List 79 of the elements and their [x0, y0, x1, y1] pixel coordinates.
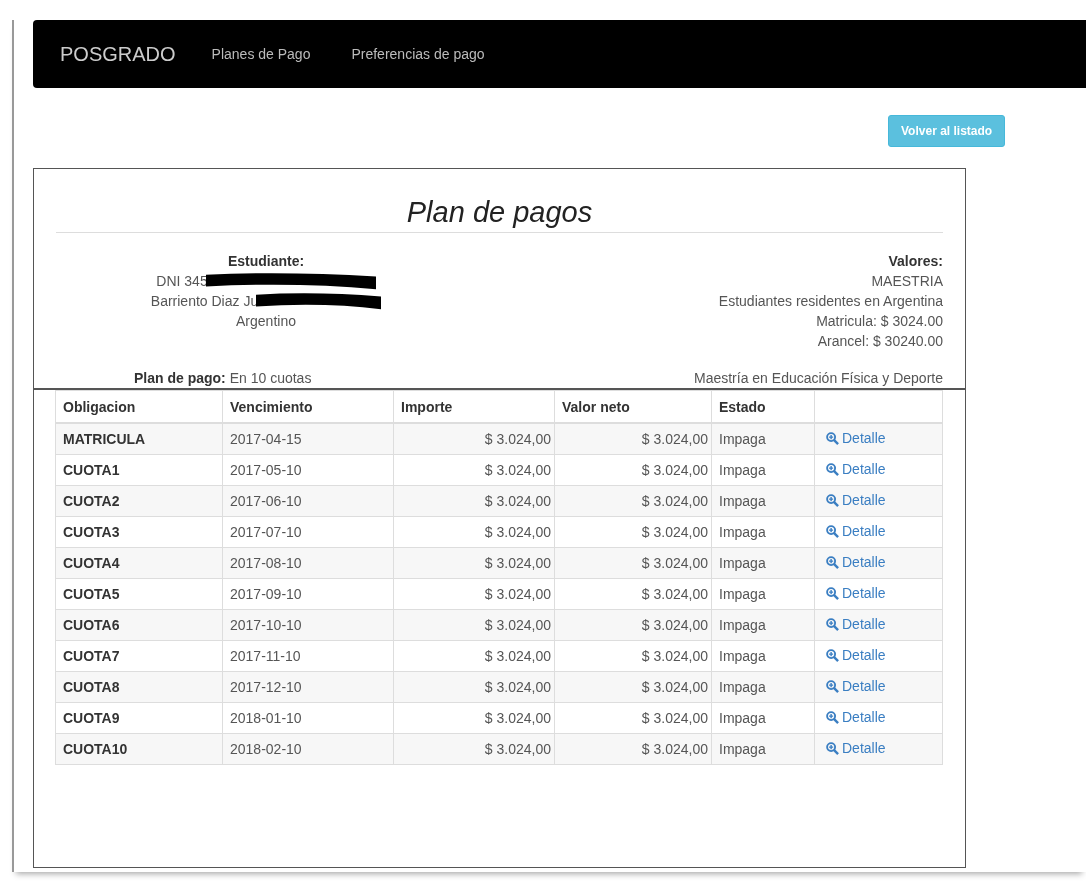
table-cell: CUOTA10 — [55, 733, 223, 765]
table-cell: 2017-11-10 — [222, 640, 394, 672]
table-cell: $ 3.024,00 — [554, 423, 712, 455]
table-cell: Impaga — [711, 578, 815, 610]
table-cell: $ 3.024,00 — [393, 454, 555, 486]
zoom-in-icon — [826, 741, 839, 755]
table-cell: Impaga — [711, 516, 815, 548]
table-cell: CUOTA8 — [55, 671, 223, 703]
table-cell: 2018-02-10 — [222, 733, 394, 765]
table-cell: Impaga — [711, 640, 815, 672]
table-cell: CUOTA1 — [55, 454, 223, 486]
table-cell: Impaga — [711, 454, 815, 486]
zoom-in-icon — [826, 648, 839, 662]
table-cell: CUOTA3 — [55, 516, 223, 548]
table-cell: 2017-05-10 — [222, 454, 394, 486]
table-cell: CUOTA2 — [55, 485, 223, 517]
table-cell: $ 3.024,00 — [393, 609, 555, 641]
zoom-in-icon — [826, 555, 839, 569]
table-cell: $ 3.024,00 — [554, 578, 712, 610]
table-cell: $ 3.024,00 — [393, 423, 555, 455]
card-title: Plan de pagos — [56, 196, 943, 233]
table-cell: $ 3.024,00 — [554, 485, 712, 517]
table-cell: $ 3.024,00 — [393, 640, 555, 672]
table-cell: CUOTA5 — [55, 578, 223, 610]
student-info: Argentino — [236, 312, 296, 331]
table-cell: 2017-07-10 — [222, 516, 394, 548]
table-cell: $ 3.024,00 — [554, 733, 712, 765]
table-cell: Impaga — [711, 547, 815, 579]
zoom-in-icon — [826, 617, 839, 631]
table-cell: $ 3.024,00 — [554, 454, 712, 486]
table-cell: $ 3.024,00 — [393, 702, 555, 734]
values-info: Arancel: $ 30240.00 — [817, 332, 943, 351]
table-cell: $ 3.024,00 — [554, 702, 712, 734]
zoom-in-icon — [826, 710, 839, 724]
table-cell: CUOTA9 — [55, 702, 223, 734]
table-cell: 2017-10-10 — [222, 609, 394, 641]
table-cell: $ 3.024,00 — [554, 516, 712, 548]
plan-text: Plan de pago: En 10 cuotas — [134, 369, 312, 388]
table-cell: $ 3.024,00 — [554, 547, 712, 579]
table-cell: Impaga — [711, 423, 815, 455]
values-info: Estudiantes residentes en Argentina — [718, 292, 943, 311]
table-cell: CUOTA4 — [55, 547, 223, 579]
table-cell: 2017-04-15 — [222, 423, 394, 455]
table-cell: $ 3.024,00 — [554, 671, 712, 703]
table-cell: 2017-06-10 — [222, 485, 394, 517]
table-cell: Impaga — [711, 702, 815, 734]
values-info: Matricula: $ 3024.00 — [816, 312, 943, 331]
zoom-in-icon — [826, 493, 839, 507]
nav-link[interactable]: Planes de Pago — [211, 46, 311, 62]
table-cell: $ 3.024,00 — [554, 640, 712, 672]
nav-link[interactable]: Preferencias de pago — [351, 46, 485, 62]
program-name: Maestría en Educación Física y Deporte — [694, 369, 943, 388]
values-info: MAESTRIA — [871, 272, 943, 291]
values-heading: Valores: — [888, 252, 943, 271]
table-cell: $ 3.024,00 — [393, 733, 555, 765]
zoom-in-icon — [826, 524, 839, 538]
table-cell: Impaga — [711, 485, 815, 517]
table-cell: MATRICULA — [55, 423, 223, 455]
table-cell: $ 3.024,00 — [393, 485, 555, 517]
table-cell: Impaga — [711, 609, 815, 641]
table-cell: $ 3.024,00 — [393, 516, 555, 548]
table-cell: $ 3.024,00 — [554, 609, 712, 641]
table-cell: $ 3.024,00 — [393, 671, 555, 703]
student-heading: Estudiante: — [227, 252, 305, 271]
table-cell: $ 3.024,00 — [393, 578, 555, 610]
brand-link[interactable]: POSGRADO — [60, 42, 176, 66]
table-cell: Impaga — [711, 733, 815, 765]
zoom-in-icon — [826, 586, 839, 600]
table-cell: 2017-12-10 — [222, 671, 394, 703]
table-cell: 2018-01-10 — [222, 702, 394, 734]
table-cell: CUOTA6 — [55, 609, 223, 641]
zoom-in-icon — [826, 431, 839, 445]
table-cell: CUOTA7 — [55, 640, 223, 672]
table-cell: $ 3.024,00 — [393, 547, 555, 579]
zoom-in-icon — [826, 462, 839, 476]
zoom-in-icon — [826, 679, 839, 693]
table-cell: 2017-09-10 — [222, 578, 394, 610]
table-cell: Impaga — [711, 671, 815, 703]
table-cell: 2017-08-10 — [222, 547, 394, 579]
